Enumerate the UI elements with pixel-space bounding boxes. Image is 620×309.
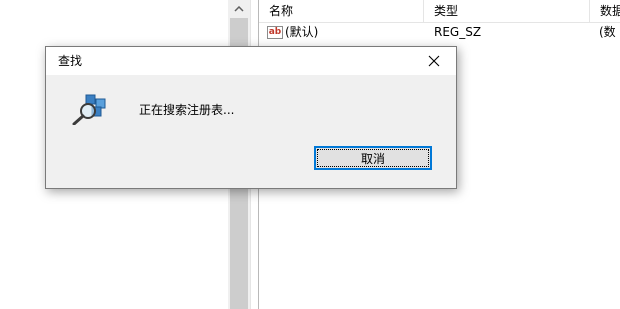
column-header-type[interactable]: 类型 bbox=[424, 0, 590, 22]
value-data: (数 bbox=[599, 25, 616, 39]
dialog-titlebar[interactable]: 查找 bbox=[46, 47, 456, 75]
column-header-data[interactable]: 数据 bbox=[590, 0, 620, 22]
close-icon bbox=[428, 55, 440, 67]
chevron-up-icon bbox=[234, 6, 244, 12]
cancel-button-label: 取消 bbox=[360, 151, 385, 166]
value-name-cell: ab (默认) bbox=[267, 22, 422, 42]
find-dialog: 查找 正在搜索注册表... 取消 bbox=[45, 46, 457, 189]
scroll-up-button[interactable] bbox=[228, 0, 250, 18]
value-name: (默认) bbox=[285, 25, 319, 39]
value-type: REG_SZ bbox=[434, 25, 482, 39]
search-registry-icon bbox=[72, 94, 106, 125]
list-header: 名称 类型 数据 bbox=[259, 0, 620, 23]
dialog-title: 查找 bbox=[58, 54, 83, 68]
close-button[interactable] bbox=[412, 47, 456, 75]
dialog-message: 正在搜索注册表... bbox=[139, 103, 235, 117]
list-item[interactable]: ab (默认) REG_SZ (数 bbox=[259, 22, 620, 42]
cancel-button[interactable]: 取消 bbox=[314, 146, 432, 170]
string-value-icon: ab bbox=[267, 25, 283, 39]
column-header-name[interactable]: 名称 bbox=[259, 0, 424, 22]
